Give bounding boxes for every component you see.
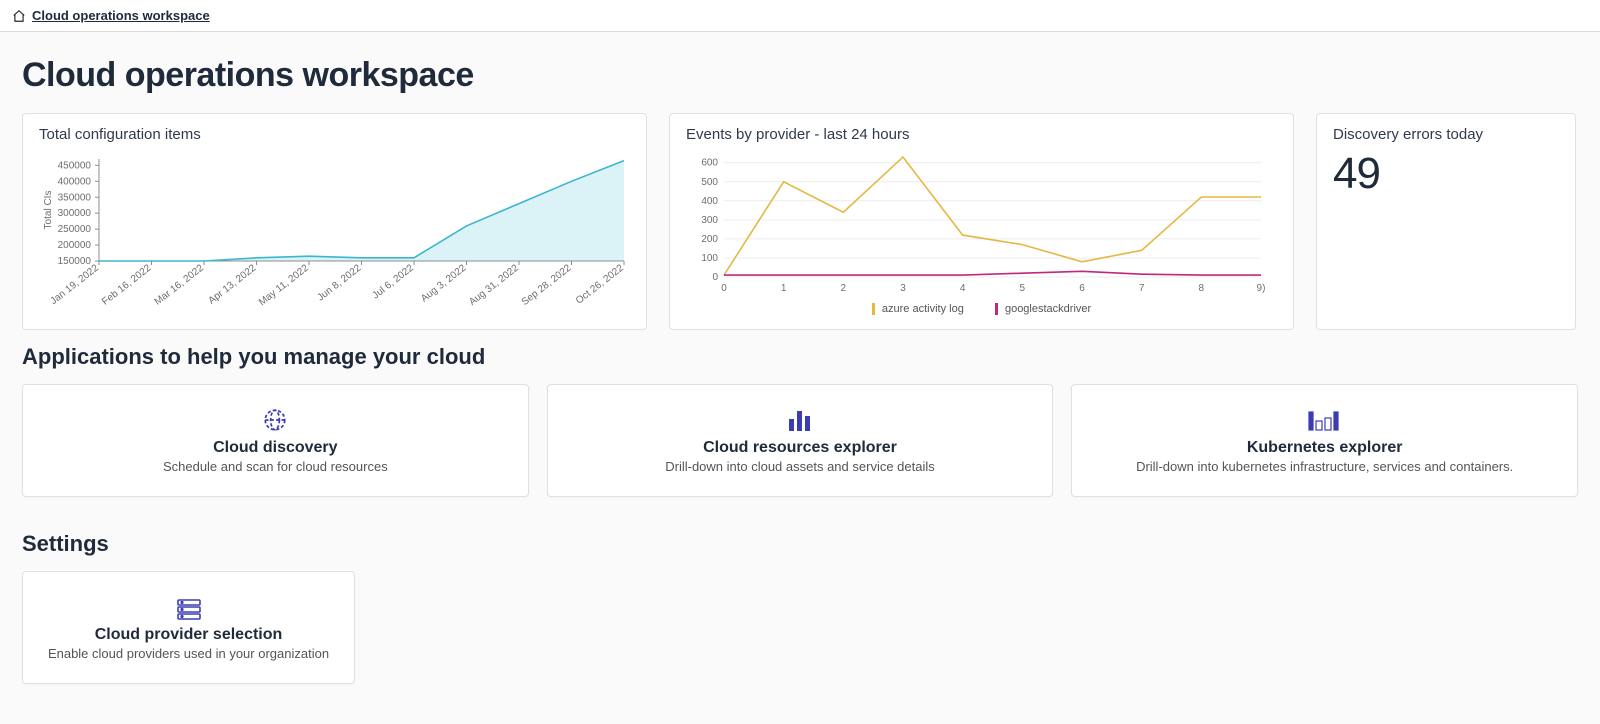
svg-text:250000: 250000 bbox=[58, 224, 92, 235]
app-title: Kubernetes explorer bbox=[1090, 439, 1559, 457]
svg-text:Aug 31, 2022: Aug 31, 2022 bbox=[467, 262, 521, 308]
globe-icon bbox=[41, 405, 510, 433]
svg-text:Sep 28, 2022: Sep 28, 2022 bbox=[520, 262, 574, 308]
kubernetes-bars-icon bbox=[1090, 405, 1559, 433]
svg-text:Total CIs: Total CIs bbox=[43, 191, 54, 230]
svg-text:0: 0 bbox=[712, 272, 718, 283]
svg-text:6: 6 bbox=[1079, 283, 1085, 294]
svg-text:Jan 19, 2022: Jan 19, 2022 bbox=[49, 262, 102, 307]
svg-text:7: 7 bbox=[1139, 283, 1145, 294]
svg-text:9): 9) bbox=[1257, 283, 1266, 294]
svg-text:5: 5 bbox=[1020, 283, 1026, 294]
apps-heading: Applications to help you manage your clo… bbox=[22, 344, 1578, 370]
settings-heading: Settings bbox=[22, 531, 1578, 557]
svg-text:Aug 3, 2022: Aug 3, 2022 bbox=[419, 262, 469, 304]
page-title: Cloud operations workspace bbox=[22, 56, 1578, 95]
svg-text:Jun 8, 2022: Jun 8, 2022 bbox=[315, 262, 363, 303]
svg-text:3: 3 bbox=[900, 283, 906, 294]
svg-text:100: 100 bbox=[701, 253, 718, 264]
card-events: Events by provider - last 24 hours 0 100 2… bbox=[669, 113, 1294, 330]
svg-text:400: 400 bbox=[701, 196, 718, 207]
legend-swatch-azure bbox=[872, 303, 875, 315]
svg-text:300000: 300000 bbox=[58, 208, 92, 219]
svg-text:Jul 6, 2022: Jul 6, 2022 bbox=[371, 262, 417, 301]
svg-text:4: 4 bbox=[960, 283, 966, 294]
breadcrumb-workspace[interactable]: Cloud operations workspace bbox=[32, 8, 210, 23]
app-desc: Drill-down into cloud assets and service… bbox=[566, 459, 1035, 474]
svg-text:350000: 350000 bbox=[58, 192, 92, 203]
server-icon bbox=[41, 592, 336, 620]
chart-events-legend: azure activity log googlestackdriver bbox=[686, 303, 1277, 315]
svg-text:Feb 16, 2022: Feb 16, 2022 bbox=[100, 262, 154, 307]
app-title: Cloud discovery bbox=[41, 439, 510, 457]
chart-total-ci: 150000 200000 250000 300000 350000 400000 4500… bbox=[39, 149, 630, 319]
app-desc: Schedule and scan for cloud resources bbox=[41, 459, 510, 474]
card-discovery-errors-title: Discovery errors today bbox=[1333, 126, 1559, 143]
app-title: Cloud resources explorer bbox=[566, 439, 1035, 457]
card-total-ci: Total configuration items 150000 200000 25… bbox=[22, 113, 647, 330]
svg-text:Oct 26, 2022: Oct 26, 2022 bbox=[574, 262, 626, 306]
legend-swatch-google bbox=[995, 303, 998, 315]
svg-text:Mar 16, 2022: Mar 16, 2022 bbox=[153, 262, 207, 307]
svg-text:450000: 450000 bbox=[58, 160, 92, 171]
bar-chart-icon bbox=[566, 405, 1035, 433]
settings-title: Cloud provider selection bbox=[41, 626, 336, 644]
svg-text:150000: 150000 bbox=[58, 256, 92, 267]
svg-text:300: 300 bbox=[701, 215, 718, 226]
breadcrumb-bar: Cloud operations workspace bbox=[0, 0, 1600, 32]
home-icon[interactable] bbox=[12, 9, 26, 23]
app-card-resources-explorer[interactable]: Cloud resources explorer Drill-down into… bbox=[547, 384, 1054, 497]
app-card-cloud-discovery[interactable]: Cloud discovery Schedule and scan for cl… bbox=[22, 384, 529, 497]
card-total-ci-title: Total configuration items bbox=[39, 126, 630, 143]
legend-label-azure: azure activity log bbox=[882, 303, 964, 315]
chart-events: 0 100 200 300 400 500 600 0 1 2 3 4 5 6 7 8 9) bbox=[686, 149, 1277, 299]
card-discovery-errors: Discovery errors today 49 bbox=[1316, 113, 1576, 330]
app-desc: Drill-down into kubernetes infrastructur… bbox=[1090, 459, 1559, 474]
svg-text:0: 0 bbox=[721, 283, 727, 294]
svg-text:200: 200 bbox=[701, 234, 718, 245]
svg-text:200000: 200000 bbox=[58, 240, 92, 251]
svg-text:500: 500 bbox=[701, 177, 718, 188]
app-card-kubernetes-explorer[interactable]: Kubernetes explorer Drill-down into kube… bbox=[1071, 384, 1578, 497]
card-events-title: Events by provider - last 24 hours bbox=[686, 126, 1277, 143]
svg-text:400000: 400000 bbox=[58, 176, 92, 187]
discovery-errors-value: 49 bbox=[1333, 149, 1559, 199]
svg-text:May 11, 2022: May 11, 2022 bbox=[257, 262, 311, 308]
svg-text:1: 1 bbox=[781, 283, 787, 294]
settings-card-provider-selection[interactable]: Cloud provider selection Enable cloud pr… bbox=[22, 571, 355, 684]
settings-desc: Enable cloud providers used in your orga… bbox=[41, 646, 336, 661]
svg-text:8: 8 bbox=[1199, 283, 1205, 294]
svg-text:2: 2 bbox=[841, 283, 847, 294]
svg-text:600: 600 bbox=[701, 158, 718, 169]
svg-text:Apr 13, 2022: Apr 13, 2022 bbox=[206, 262, 258, 306]
legend-label-google: googlestackdriver bbox=[1005, 303, 1091, 315]
